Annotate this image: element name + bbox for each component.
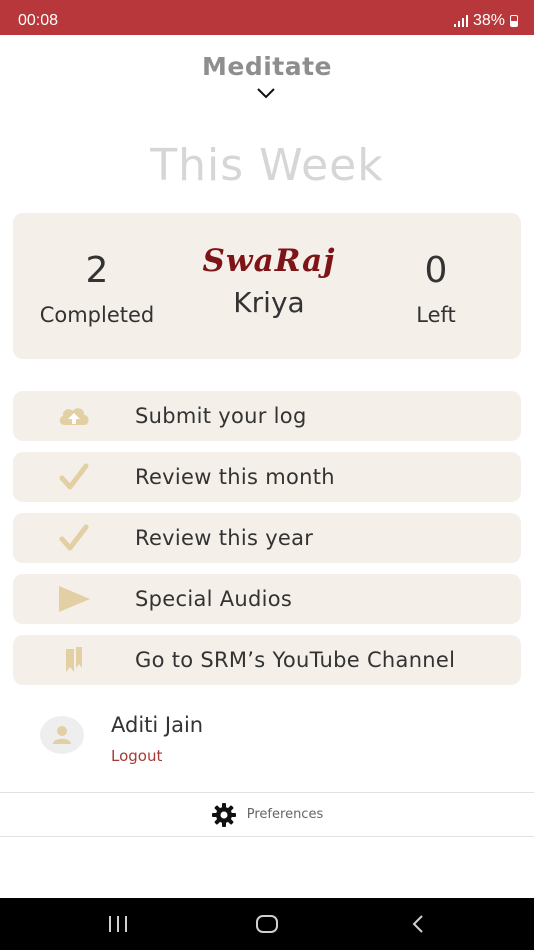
- review-month-label: Review this month: [135, 465, 335, 489]
- special-audios-button[interactable]: Special Audios: [13, 574, 521, 624]
- recent-apps-button[interactable]: [78, 898, 158, 950]
- youtube-channel-label: Go to SRM’s YouTube Channel: [135, 648, 456, 672]
- week-heading: This Week: [150, 140, 384, 191]
- avatar: [40, 716, 84, 754]
- user-name: Aditi Jain: [111, 713, 204, 737]
- review-month-button[interactable]: Review this month: [13, 452, 521, 502]
- user-icon: [53, 726, 71, 744]
- review-year-label: Review this year: [135, 526, 314, 550]
- left-label: Left: [416, 303, 456, 327]
- brand-subtitle: Kriya: [233, 286, 305, 320]
- system-nav-bar: [0, 898, 534, 950]
- special-audios-label: Special Audios: [135, 587, 293, 611]
- brand: SwaRaj Kriya: [167, 243, 371, 319]
- battery-percent: 38%: [472, 12, 505, 29]
- completed-count: 2: [85, 250, 109, 291]
- battery-icon: [510, 15, 518, 27]
- bookmark-icon: [13, 635, 135, 685]
- checkmark-icon: [13, 513, 135, 563]
- home-icon: [256, 915, 278, 933]
- left-stat: 0 Left: [371, 250, 501, 328]
- back-icon: [412, 915, 423, 933]
- status-time: 00:08: [18, 12, 59, 29]
- recent-apps-icon: [109, 916, 127, 932]
- status-indicators: 38%: [453, 12, 518, 30]
- status-bar: 00:08 38%: [0, 0, 534, 35]
- youtube-channel-button[interactable]: Go to SRM’s YouTube Channel: [13, 635, 521, 685]
- weekly-stats-card: 2 Completed SwaRaj Kriya 0 Left: [13, 213, 521, 359]
- preferences-button[interactable]: Preferences: [0, 792, 534, 837]
- gear-icon: [211, 802, 236, 827]
- page-title[interactable]: Meditate: [0, 52, 534, 81]
- cloud-upload-icon: [13, 391, 135, 441]
- completed-label: Completed: [39, 303, 155, 327]
- submit-log-button[interactable]: Submit your log: [13, 391, 521, 441]
- review-year-button[interactable]: Review this year: [13, 513, 521, 563]
- checkmark-icon: [13, 452, 135, 502]
- swaraj-logo: SwaRaj: [202, 243, 336, 279]
- chevron-down-icon[interactable]: [256, 86, 276, 100]
- submit-log-label: Submit your log: [135, 404, 307, 428]
- home-button[interactable]: [227, 898, 307, 950]
- completed-stat: 2 Completed: [27, 250, 167, 328]
- signal-icon: [453, 15, 468, 27]
- back-button[interactable]: [378, 898, 458, 950]
- preferences-label: Preferences: [246, 807, 324, 822]
- play-icon: [13, 574, 135, 624]
- left-count: 0: [424, 250, 448, 291]
- logout-link[interactable]: Logout: [111, 747, 162, 765]
